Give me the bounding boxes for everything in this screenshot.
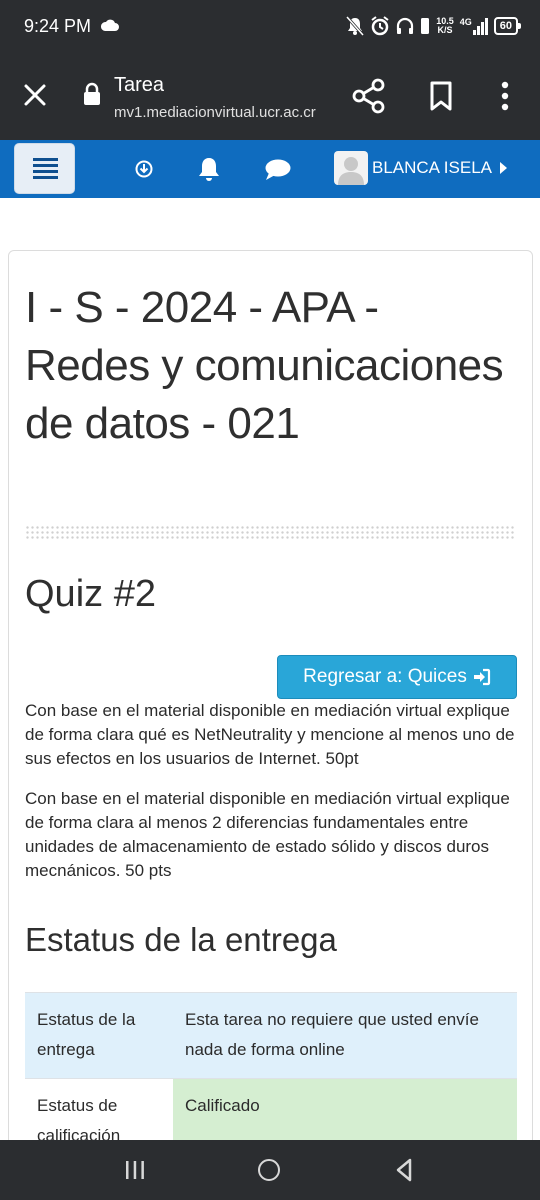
main-card: I - S - 2024 - APA - Redes y comunicacio…: [8, 250, 533, 1150]
status-time: 9:24 PM: [24, 16, 92, 36]
bell-icon[interactable]: [197, 156, 221, 182]
page-title: Tarea: [114, 74, 165, 96]
user-silhouette-icon: [338, 157, 364, 185]
phone-vibrate-icon: [421, 18, 430, 34]
table-cell-label: Estatus de la entrega: [25, 992, 173, 1079]
table-row: Estatus de la entrega Esta tarea no requ…: [25, 992, 517, 1079]
page-url[interactable]: mv1.mediacionvirtual.ucr.ac.cr: [114, 104, 316, 121]
net-speed-unit: K/S: [437, 25, 453, 35]
share-icon[interactable]: [352, 78, 386, 114]
browser-toolbar: Tarea mv1.mediacionvirtual.ucr.ac.cr: [0, 56, 540, 140]
instruction-paragraph: Con base en el material disponible en me…: [25, 701, 515, 768]
site-navbar: BLANCA ISELA: [0, 140, 540, 198]
home-icon[interactable]: [258, 1159, 280, 1181]
user-name[interactable]: BLANCA ISELA: [372, 158, 492, 178]
recent-apps-icon[interactable]: [124, 1158, 146, 1182]
mute-icon: [346, 16, 365, 36]
android-nav-bar: [0, 1140, 540, 1200]
more-icon[interactable]: [496, 80, 514, 112]
course-title: I - S - 2024 - APA - Redes y comunicacio…: [25, 283, 504, 448]
dotted-separator: [25, 525, 515, 541]
close-icon[interactable]: [20, 80, 50, 110]
table-cell-value: Esta tarea no requiere que usted envíe n…: [173, 992, 517, 1079]
bookmark-icon[interactable]: [428, 80, 454, 112]
battery-icon: 60: [493, 17, 522, 35]
back-button-label: Regresar a: Quices: [303, 666, 467, 687]
chat-icon[interactable]: [264, 158, 292, 182]
net-speed: 10.5 K/S: [436, 17, 454, 35]
user-menu[interactable]: BLANCA ISELA: [334, 151, 508, 185]
lock-icon: [84, 82, 100, 105]
caret-right-icon[interactable]: [500, 162, 508, 174]
cloud-icon: [101, 19, 119, 31]
hamburger-icon[interactable]: [14, 143, 75, 194]
signal-icon: 4G: [459, 16, 488, 35]
sign-in-icon: [473, 668, 490, 686]
avatar[interactable]: [334, 151, 368, 185]
network-type: 4G: [459, 16, 472, 27]
headset-icon: [397, 17, 414, 34]
quiz-title: Quiz #2: [25, 573, 156, 615]
back-icon[interactable]: [394, 1158, 414, 1182]
status-bar: 9:24 PM 10.5 K/S 4G 60: [0, 0, 540, 56]
alarm-icon: [371, 16, 389, 36]
status-icons: 10.5 K/S 4G 60: [346, 14, 522, 38]
submission-status-table: Estatus de la entrega Esta tarea no requ…: [25, 992, 517, 1149]
download-icon[interactable]: [135, 160, 153, 178]
instruction-paragraph: Con base en el material disponible en me…: [25, 789, 510, 880]
back-to-quizzes-button[interactable]: Regresar a: Quices: [277, 655, 517, 699]
submission-status-heading: Estatus de la entrega: [25, 921, 337, 958]
